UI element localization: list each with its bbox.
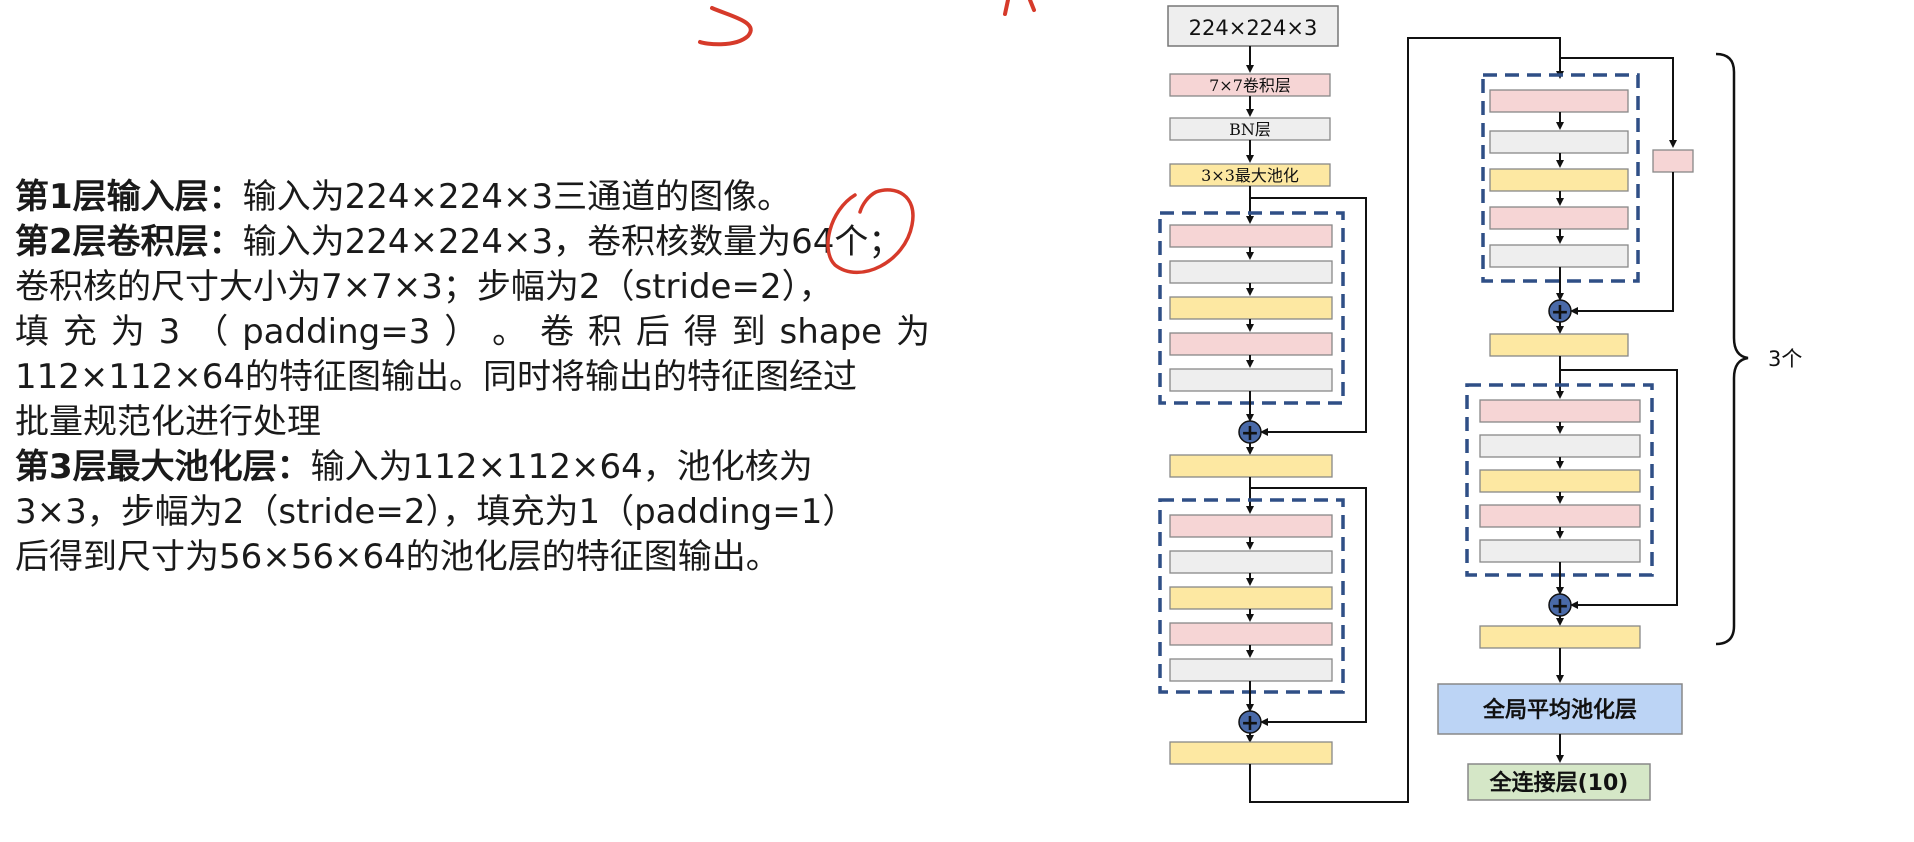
- annotation-circle-64: [826, 188, 915, 275]
- block-layer-gray: [1489, 244, 1629, 268]
- annotation-scribble-top-right: [1003, 0, 1036, 16]
- repeat-count-label: 3个: [1768, 347, 1802, 371]
- block-layer-pink: [1489, 206, 1629, 230]
- block-layer-yellow: [1169, 296, 1333, 320]
- block-layer-pink: [1479, 399, 1641, 423]
- block-layer-gray: [1169, 658, 1333, 682]
- shortcut-conv-box: [1652, 149, 1694, 173]
- conv7x7-label: 7×7卷积层: [1209, 76, 1291, 95]
- block-layer-yellow: [1489, 168, 1629, 192]
- block-layer-pink: [1169, 224, 1333, 248]
- fully-connected-label: 全连接层(10): [1489, 770, 1629, 796]
- block-output-yellow: [1479, 625, 1641, 649]
- block-layer-gray: [1479, 539, 1641, 563]
- block-layer-gray: [1169, 550, 1333, 574]
- block-output-yellow: [1489, 333, 1629, 357]
- resnet-architecture-diagram: 224×224×3 7×7卷积层 BN层 3×3最大池化 + + + + 全局平…: [698, 0, 1802, 803]
- block-layer-gray: [1169, 260, 1333, 284]
- global-avg-pool-label: 全局平均池化层: [1482, 697, 1637, 723]
- add-node-symbol: +: [1551, 300, 1569, 325]
- block-layer-gray: [1479, 434, 1641, 458]
- add-node-symbol: +: [1241, 421, 1259, 446]
- add-node-symbol: +: [1241, 711, 1259, 736]
- add-node-symbol: +: [1551, 594, 1569, 619]
- block-layer-pink: [1169, 514, 1333, 538]
- repeat-brace: [1715, 52, 1749, 646]
- block-layer-gray: [1169, 368, 1333, 392]
- input-label: 224×224×3: [1189, 16, 1318, 40]
- skip-connection-line: [1570, 172, 1674, 315]
- annotation-scribble-top: [698, 6, 753, 47]
- block-layer-yellow: [1479, 469, 1641, 493]
- block-layer-pink: [1169, 622, 1333, 646]
- block-layer-yellow: [1169, 586, 1333, 610]
- block-output-yellow: [1169, 741, 1333, 765]
- maxpool-label: 3×3最大池化: [1201, 166, 1299, 185]
- block-output-yellow: [1169, 454, 1333, 478]
- bn-label: BN层: [1229, 120, 1271, 139]
- block-layer-gray: [1489, 130, 1629, 154]
- block-layer-pink: [1489, 89, 1629, 113]
- block-layer-pink: [1169, 332, 1333, 356]
- block-layer-pink: [1479, 504, 1641, 528]
